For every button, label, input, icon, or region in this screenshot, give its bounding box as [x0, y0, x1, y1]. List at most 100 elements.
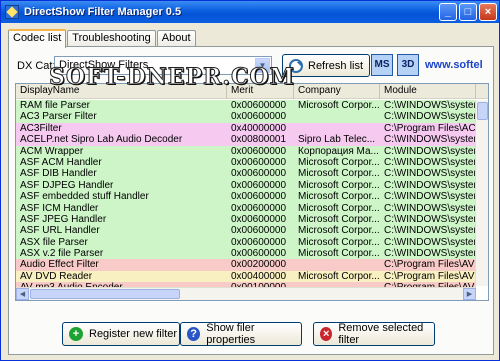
table-row[interactable]: ACELP.net Sipro Lab Audio Decoder 0x00800… — [16, 134, 476, 146]
cell-module: C:\Program Files\AV V — [384, 270, 476, 282]
cell-merit: 0x00600000 — [231, 156, 287, 168]
table-row[interactable]: AC3 Parser Filter 0x00600000 C:\WINDOWS\sy… — [16, 111, 476, 123]
maximize-button[interactable]: □ — [459, 3, 477, 21]
cell-merit: 0x00600000 — [231, 145, 287, 157]
window-title: DirectShow Filter Manager 0.5 — [24, 6, 182, 18]
table-row[interactable]: ASF ACM Handler 0x00600000 Microsoft Corpo… — [16, 156, 476, 169]
tab-codec-list[interactable]: Codec list — [8, 29, 67, 48]
title-bar-buttons: _ □ × — [439, 3, 497, 21]
horizontal-scroll-thumb[interactable] — [30, 289, 180, 299]
show-properties-button[interactable]: ? Show filer properties — [180, 322, 302, 346]
cell-displayname: ASF DJPEG Handler — [20, 179, 114, 191]
website-link[interactable]: www.softel — [425, 59, 495, 71]
column-header-module[interactable]: Module — [380, 84, 476, 99]
cell-company: Microsoft Corpor... — [298, 168, 380, 180]
horizontal-scrollbar[interactable]: ◀ ▶ — [16, 287, 476, 300]
cell-module: C:\WINDOWS\system — [384, 145, 476, 157]
table-row[interactable]: RAM file Parser 0x00600000 Microsoft Corpo… — [16, 100, 476, 112]
tab-about[interactable]: About — [156, 30, 196, 47]
remove-icon: × — [320, 327, 333, 341]
app-window: DirectShow Filter Manager 0.5 _ □ × Code… — [0, 0, 500, 361]
cell-company: Microsoft Corpor... — [298, 270, 380, 282]
cell-module: C:\WINDOWS\system — [384, 248, 476, 260]
cell-merit: 0x00600000 — [231, 179, 287, 191]
3d-filter-button[interactable]: 3D — [397, 54, 419, 76]
cell-company — [294, 259, 380, 270]
cell-merit: 0x00600000 — [231, 191, 287, 203]
cell-module: C:\WINDOWS\system — [384, 202, 476, 214]
cell-module: C:\WINDOWS\system — [384, 179, 476, 191]
show-properties-label: Show filer properties — [206, 322, 256, 346]
cell-company: Microsoft Corpor... — [298, 191, 380, 203]
cell-displayname: RAM file Parser — [20, 100, 91, 111]
refresh-list-button[interactable]: Refresh list — [282, 54, 370, 77]
table-row[interactable]: ASF DIB Handler 0x00600000 Microsoft Corpo… — [16, 168, 476, 180]
cell-company: Microsoft Corpor... — [298, 202, 380, 214]
cell-displayname: ASF embedded stuff Handler — [20, 191, 149, 203]
cell-merit: 0x00600000 — [231, 248, 287, 260]
title-bar: DirectShow Filter Manager 0.5 _ □ × — [1, 1, 499, 23]
cell-displayname: AC3Filter — [20, 122, 62, 134]
cell-merit: 0x00600000 — [231, 213, 287, 225]
cell-displayname: ASF JPEG Handler — [20, 213, 107, 225]
tab-troubleshooting[interactable]: Troubleshooting — [67, 30, 156, 47]
cell-module: C:\Program Files\AC3F — [384, 122, 476, 134]
cell-merit: 0x40000000 — [231, 122, 287, 134]
vertical-scrollbar[interactable] — [475, 100, 488, 286]
cell-merit: 0x00600000 — [231, 111, 287, 123]
register-filter-button[interactable]: + Register new filter — [62, 322, 180, 346]
cell-module: C:\WINDOWS\system — [384, 191, 476, 203]
cell-module: C:\Program Files\AV V — [384, 259, 476, 271]
table-row[interactable]: ASX file Parser 0x00600000 Microsoft Corpo… — [16, 236, 476, 249]
cell-displayname: ASF URL Handler — [20, 225, 100, 237]
cell-merit: 0x00400000 — [231, 270, 287, 282]
scroll-left-icon[interactable]: ◀ — [16, 288, 29, 300]
cell-module: C:\WINDOWS\system — [384, 213, 476, 225]
cell-module: C:\WINDOWS\system — [384, 225, 476, 237]
table-row[interactable]: ASF ICM Handler 0x00600000 Microsoft Corpo… — [16, 202, 476, 214]
cell-module: C:\WINDOWS\system — [384, 168, 476, 180]
cell-displayname: ASX v.2 file Parser — [20, 248, 104, 260]
remove-filter-button[interactable]: × Remove selected filter — [313, 322, 435, 346]
minimize-button[interactable]: _ — [439, 3, 457, 21]
cell-company: Microsoft Corpor... — [298, 248, 380, 260]
table-row[interactable]: ASF DJPEG Handler 0x00600000 Microsoft Cor… — [16, 179, 476, 192]
plus-icon: + — [69, 327, 83, 341]
cell-company: Корпорация Ма... — [298, 145, 379, 157]
scroll-right-icon[interactable]: ▶ — [463, 288, 476, 300]
table-row[interactable]: ASX v.2 file Parser 0x00600000 Microsoft C… — [16, 248, 476, 260]
watermark-text: SOFT-DNEPR.COM — [49, 64, 295, 91]
table-row[interactable]: Audio Effect Filter 0x00200000 C:\Program … — [16, 259, 476, 271]
codec-list-panel: DX Cat: DirectShow Filters ▼ SOFT-DNEPR.… — [8, 46, 494, 355]
column-header-company[interactable]: Company — [294, 84, 380, 99]
register-filter-label: Register new filter — [89, 328, 178, 340]
table-row[interactable]: ASF embedded stuff Handler 0x00600000 Micr… — [16, 191, 476, 203]
cell-company: Microsoft Corpor... — [298, 156, 380, 168]
table-row[interactable]: AV DVD Reader 0x00400000 Microsoft Corpor.… — [16, 270, 476, 283]
close-button[interactable]: × — [479, 3, 497, 21]
cell-merit: 0x00800001 — [231, 134, 287, 146]
table-row[interactable]: ASF JPEG Handler 0x00600000 Microsoft Corp… — [16, 213, 476, 226]
cell-displayname: ASF ICM Handler — [20, 202, 99, 214]
cell-displayname: AV DVD Reader — [20, 270, 93, 282]
cell-company: Microsoft Corpor... — [298, 225, 380, 237]
cell-merit: 0x00600000 — [231, 202, 287, 214]
cell-module: C:\WINDOWS\system — [384, 134, 476, 146]
cell-module: C:\WINDOWS\system — [384, 100, 476, 111]
ms-filter-button[interactable]: MS — [371, 54, 393, 76]
cell-displayname: AC3 Parser Filter — [20, 111, 97, 123]
cell-company: Microsoft Corpor... — [298, 236, 380, 248]
filter-list[interactable]: DisplayName Merit Company Module RAM fil… — [15, 83, 489, 301]
cell-merit: 0x00600000 — [231, 225, 287, 237]
vertical-scroll-thumb[interactable] — [477, 102, 488, 120]
table-row[interactable]: ACM Wrapper 0x00600000 Корпорация Ма... C:\… — [16, 145, 476, 157]
cell-company: Sipro Lab Telec... — [298, 134, 376, 146]
cell-company: Microsoft Corpor... — [298, 213, 380, 225]
cell-module: C:\WINDOWS\system — [384, 236, 476, 248]
table-row[interactable]: ASF URL Handler 0x00600000 Microsoft Corpo… — [16, 225, 476, 237]
list-body: RAM file Parser 0x00600000 Microsoft Corpo… — [16, 100, 476, 294]
cell-displayname: ASF DIB Handler — [20, 168, 97, 180]
cell-merit: 0x00600000 — [231, 236, 287, 248]
table-row[interactable]: AC3Filter 0x40000000 C:\Program Files\AC3F — [16, 122, 476, 135]
cell-module: C:\WINDOWS\system — [384, 111, 476, 123]
